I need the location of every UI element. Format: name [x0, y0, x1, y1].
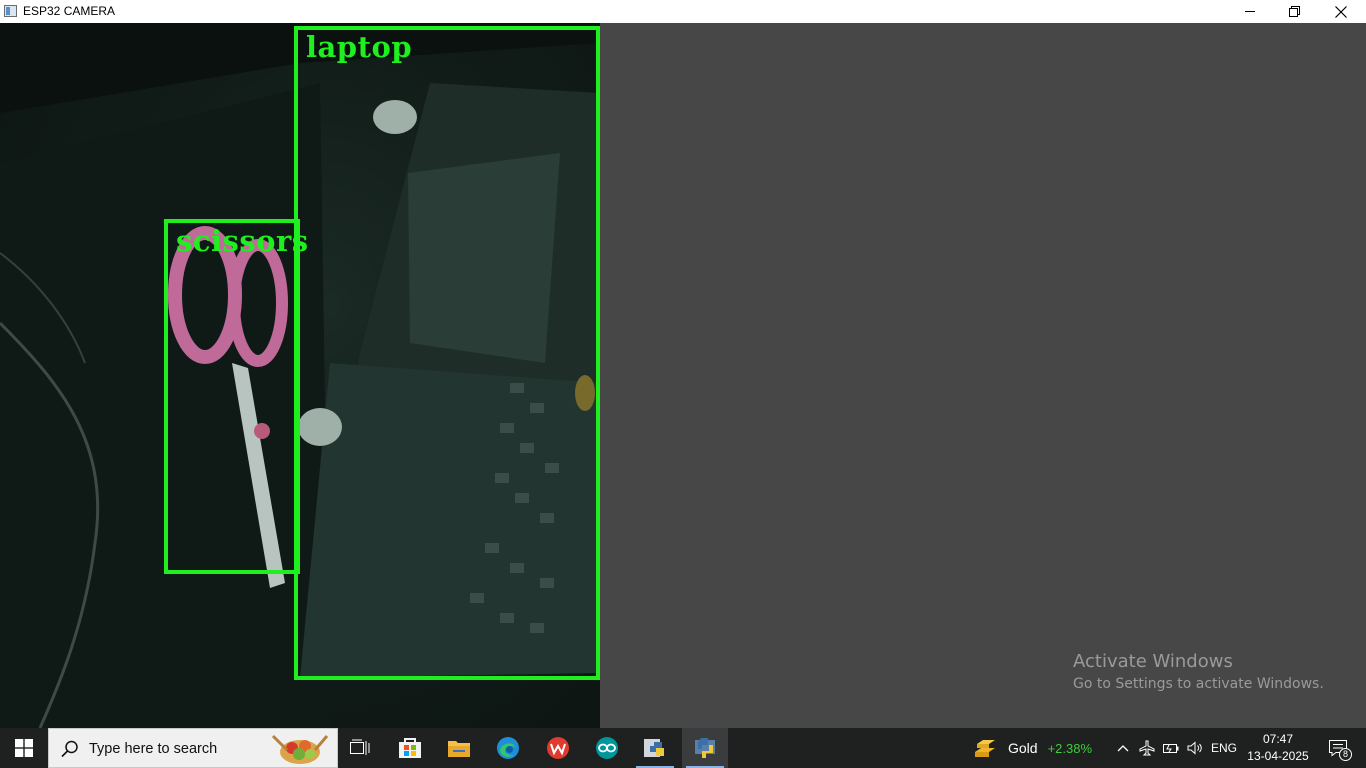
empty-canvas-area — [600, 23, 1366, 728]
battery-button[interactable] — [1160, 728, 1182, 768]
search-placeholder: Type here to search — [89, 741, 218, 757]
battery-charging-icon — [1163, 744, 1179, 753]
app-icon — [4, 5, 17, 17]
close-icon — [1335, 5, 1347, 18]
close-button[interactable] — [1318, 0, 1364, 23]
python-idle-icon — [644, 739, 664, 757]
wps-office-button[interactable] — [535, 728, 581, 768]
gold-label: Gold — [1008, 740, 1038, 756]
file-explorer-icon — [448, 741, 470, 757]
minimize-icon — [1244, 11, 1255, 12]
show-hidden-icons-button[interactable] — [1112, 728, 1134, 768]
clock-date: 13-04-2025 — [1247, 749, 1309, 763]
python-icon — [695, 738, 715, 758]
input-language-indicator[interactable]: ENG — [1210, 728, 1238, 768]
volume-button[interactable] — [1184, 728, 1206, 768]
windows-logo-icon — [15, 739, 33, 757]
microsoft-store-icon — [399, 738, 421, 758]
taskbar-search-box[interactable]: Type here to search — [48, 728, 338, 768]
airplane-mode-button[interactable] — [1136, 728, 1158, 768]
search-icon — [61, 740, 78, 758]
wps-office-icon — [547, 737, 569, 759]
scissors-label: scissors — [176, 224, 309, 258]
start-button[interactable] — [0, 728, 48, 768]
gold-bars-icon — [975, 740, 995, 757]
notification-count-badge: 8 — [1339, 748, 1352, 761]
file-explorer-button[interactable] — [436, 728, 482, 768]
volume-icon — [1187, 741, 1202, 755]
restore-icon — [1289, 5, 1300, 17]
minimize-button[interactable] — [1227, 0, 1273, 23]
laptop-bounding-box — [294, 26, 600, 680]
clock-time: 07:47 — [1262, 732, 1294, 746]
task-view-button[interactable] — [337, 728, 383, 768]
gold-change-value: +2.38% — [1047, 740, 1093, 756]
airplane-icon — [1139, 740, 1155, 756]
restore-button[interactable] — [1272, 0, 1318, 23]
arduino-ide-button[interactable] — [584, 728, 630, 768]
edge-icon — [497, 737, 519, 759]
window-titlebar: ESP32 CAMERA — [0, 0, 1366, 23]
gold-price-widget[interactable]: Gold +2.38% — [972, 728, 1092, 768]
watermark-subtitle: Go to Settings to activate Windows. — [1073, 676, 1324, 692]
clock[interactable]: 07:47 13-04-2025 — [1244, 731, 1312, 765]
taskbar: Type here to search Gold +2.38% ENG 07:4… — [0, 728, 1366, 768]
arduino-icon — [596, 737, 618, 759]
notification-center-button[interactable]: 8 — [1318, 728, 1358, 768]
python-window-button[interactable] — [682, 728, 728, 768]
task-view-icon — [350, 739, 370, 755]
python-idle-button[interactable] — [632, 728, 678, 768]
camera-feed: laptop scissors — [0, 23, 600, 728]
edge-browser-button[interactable] — [485, 728, 531, 768]
window-title: ESP32 CAMERA — [23, 4, 116, 18]
search-highlight-art-icon — [271, 734, 329, 764]
laptop-label: laptop — [306, 30, 413, 64]
microsoft-store-button[interactable] — [387, 728, 433, 768]
chevron-up-icon — [1117, 745, 1129, 752]
watermark-title: Activate Windows — [1073, 651, 1233, 672]
activate-windows-watermark: Activate Windows Go to Settings to activ… — [1073, 651, 1324, 692]
scissors-bounding-box — [164, 219, 300, 574]
